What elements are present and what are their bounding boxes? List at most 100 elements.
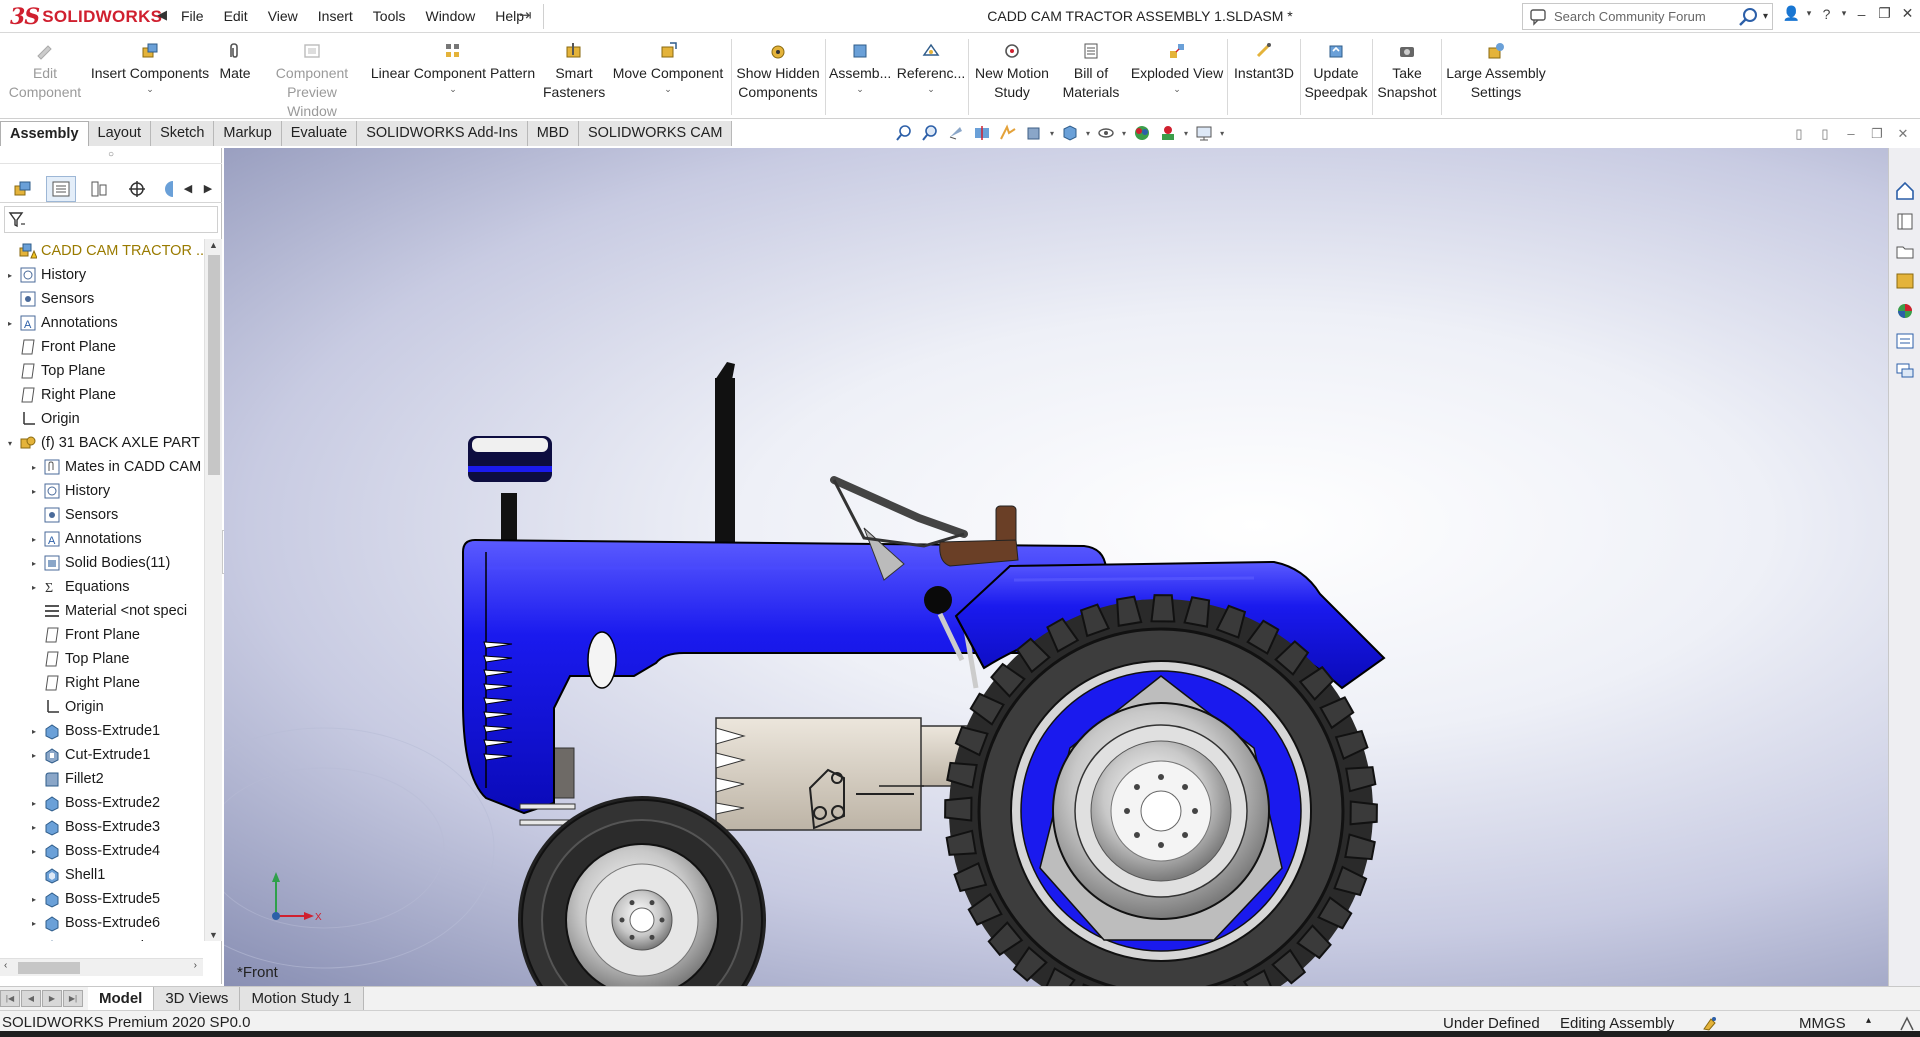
expand-arrow-icon[interactable]: ▸ [28,823,40,832]
tree-item[interactable]: ▸ Boss-Extrude5 [0,887,203,911]
doc-restore-icon[interactable]: ❐ [1864,126,1890,142]
tab-evaluate[interactable]: Evaluate [281,121,358,146]
chevron-down-icon[interactable]: ⌄ [608,84,728,94]
tab-mbd[interactable]: MBD [527,121,579,146]
tree-item[interactable]: Fillet2 [0,767,203,791]
close-icon[interactable]: ✕ [1896,5,1919,22]
section-view-icon[interactable] [972,123,992,143]
zoom-to-area-icon[interactable] [920,123,940,143]
new-motion-study-button[interactable]: New Motion Study [972,41,1052,102]
tree-vertical-scrollbar[interactable]: ▲ ▼ [204,239,222,941]
tree-item[interactable]: ▸ Boss-Extrude1 [0,719,203,743]
chevron-down-icon[interactable]: ⌄ [896,84,966,94]
previous-view-icon[interactable] [946,123,966,143]
dropdown-icon[interactable]: ▾ [1184,129,1188,138]
expand-arrow-icon[interactable]: ▸ [28,583,40,592]
custom-properties-icon[interactable] [1894,330,1916,352]
scroll-left-icon[interactable]: ‹ [4,960,7,971]
bill-of-materials-button[interactable]: Bill of Materials [1055,41,1127,102]
tab-markup[interactable]: Markup [214,121,282,146]
dropdown-icon[interactable]: ▾ [1086,129,1090,138]
help-icon[interactable]: ? [1815,6,1838,22]
menu-view[interactable]: View [268,8,298,24]
units-dropdown-icon[interactable]: ▴ [1866,1015,1871,1026]
tractor-assembly-model[interactable] [224,148,1888,986]
tab-3d-views[interactable]: 3D Views [154,987,241,1010]
pane-scroll-right-icon[interactable]: ▶ [198,182,218,195]
tree-item[interactable]: ▸ Boss-Extrude2 [0,791,203,815]
tree-filter-box[interactable] [4,206,218,233]
menu-expand-arrow-icon[interactable]: ◀ [157,7,167,23]
tab-model[interactable]: Model [88,987,155,1010]
edit-component-button[interactable]: Edit Component [5,41,85,102]
expand-arrow-icon[interactable]: ▸ [28,847,40,856]
dropdown-icon[interactable]: ▾ [1122,129,1126,138]
expand-arrow-icon[interactable]: ▸ [28,919,40,928]
doc-close-icon[interactable]: ✕ [1890,126,1916,142]
display-style-icon[interactable] [1060,123,1080,143]
search-input[interactable]: Search Community Forum [1554,9,1735,24]
chevron-down-icon[interactable]: ⌄ [829,84,891,94]
expand-arrow-icon[interactable]: ▸ [28,487,40,496]
take-snapshot-button[interactable]: Take Snapshot [1375,41,1439,102]
tile-right-icon[interactable]: ▯ [1812,126,1838,142]
chevron-down-icon[interactable]: ⌄ [1130,84,1224,94]
tile-left-icon[interactable]: ▯ [1786,126,1812,142]
edit-appearance-icon[interactable] [1132,123,1152,143]
next-tab-icon[interactable]: ▶ [42,990,62,1007]
dropdown-icon[interactable]: ▾ [1050,129,1054,138]
tab-solidworks-add-ins[interactable]: SOLIDWORKS Add-Ins [357,121,528,146]
apply-scene-icon[interactable] [1158,123,1178,143]
forum-search-scope-icon[interactable] [1528,7,1550,27]
expand-arrow-icon[interactable]: ▸ [28,535,40,544]
tab-assembly[interactable]: Assembly [0,121,89,146]
file-explorer-icon[interactable] [1894,240,1916,262]
mate-button[interactable]: Mate [215,41,255,83]
menu-insert[interactable]: Insert [318,8,353,24]
show-hidden-components-button[interactable]: Show Hidden Components [734,41,822,102]
forum-icon[interactable] [1894,360,1916,382]
exploded-view-button[interactable]: Exploded View ⌄ [1130,41,1224,94]
menu-window[interactable]: Window [425,8,475,24]
tree-item[interactable]: Front Plane [0,335,203,359]
tree-item[interactable]: ▸ History [0,263,203,287]
first-tab-icon[interactable]: |◀ [0,990,20,1007]
feature-manager-tab[interactable] [8,176,38,202]
restore-icon[interactable]: ❐ [1873,5,1896,22]
solidworks-logo[interactable]: 3S SOLIDWORKS [10,4,162,30]
collapse-arrow-icon[interactable]: ▾ [4,439,16,448]
tree-item[interactable]: Sensors [0,287,203,311]
tree-item[interactable]: Origin [0,695,203,719]
expand-arrow-icon[interactable]: ▸ [28,727,40,736]
scroll-thumb[interactable] [208,255,220,475]
hide-show-items-icon[interactable] [1096,123,1116,143]
tree-item[interactable]: ▸ A Annotations [0,311,203,335]
display-manager-tab[interactable] [160,176,176,202]
tab-sketch[interactable]: Sketch [151,121,215,146]
search-community-box[interactable]: Search Community Forum ▾ [1522,3,1773,30]
dimxpert-manager-tab[interactable] [122,176,152,202]
menu-tools[interactable]: Tools [373,8,406,24]
view-settings-icon[interactable] [1194,123,1214,143]
tree-item[interactable]: ▾ (f) 31 BACK AXLE PART [0,431,203,455]
tree-item[interactable]: ▸ Boss-Extrude4 [0,839,203,863]
tree-item[interactable]: Top Plane [0,359,203,383]
tree-item[interactable]: Sensors [0,503,203,527]
tree-item[interactable]: ▸ Cut-Extrude1 [0,743,203,767]
graphics-area[interactable] [224,148,1888,986]
tree-item[interactable]: Top Plane [0,647,203,671]
linear-component-pattern-button[interactable]: Linear Component Pattern ⌄ [368,41,538,94]
reference-geometry-button[interactable]: Referenc... ⌄ [896,41,966,94]
last-tab-icon[interactable]: ▶| [63,990,83,1007]
configuration-manager-tab[interactable] [84,176,114,202]
view-orientation-icon[interactable] [1024,123,1044,143]
design-library-icon[interactable] [1894,210,1916,232]
minimize-icon[interactable]: – [1850,6,1873,22]
tree-item[interactable]: ▸ Σ Equations [0,575,203,599]
units-selector[interactable]: MMGS [1799,1015,1846,1032]
pane-scroll-left-icon[interactable]: ◀ [178,182,198,195]
solidworks-resources-icon[interactable] [1894,180,1916,202]
tree-item[interactable]: ▸Boss-Extrude7 [0,935,203,941]
menu-edit[interactable]: Edit [224,8,248,24]
expand-arrow-icon[interactable]: ▸ [28,559,40,568]
